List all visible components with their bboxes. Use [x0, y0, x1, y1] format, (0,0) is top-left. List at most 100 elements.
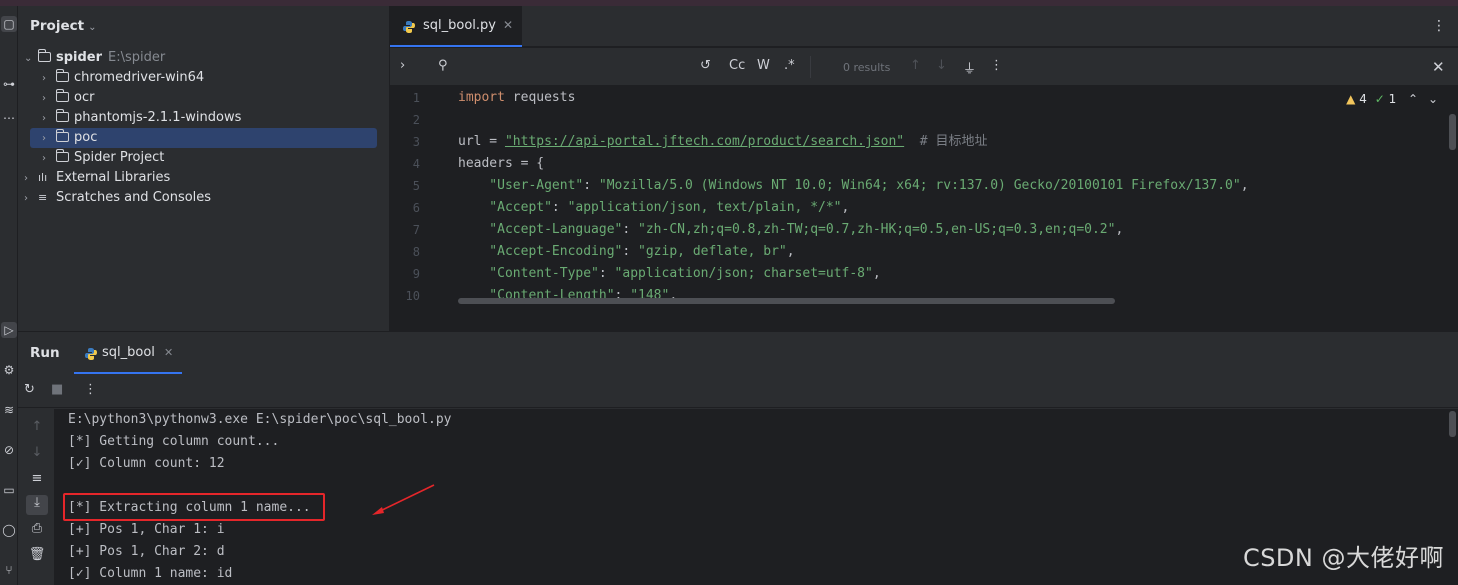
run-tool-icon[interactable]: ▷ [1, 322, 17, 338]
trash-icon[interactable]: 🗑 [26, 547, 48, 567]
git-tool-icon[interactable]: ⑂ [1, 562, 17, 578]
vertical-scrollbar[interactable] [1449, 114, 1456, 150]
problems-tool-icon[interactable]: ⊘ [1, 442, 17, 458]
arrow-up-icon[interactable]: ↑ [910, 58, 921, 73]
find-bar: › ⚲ ↺ Cc W .* 0 results ↑ ↓ ⏚ ⋮ ✕ [390, 48, 1458, 86]
run-tab-sql-bool[interactable]: sql_bool ✕ [74, 332, 182, 374]
undo-icon[interactable]: ↺ [700, 58, 711, 73]
tree-item-chromedriver[interactable]: › chromedriver-win64 [42, 68, 204, 88]
tree-item-label: Spider Project [74, 150, 165, 165]
whole-word-button[interactable]: W [757, 58, 770, 73]
watermark: CSDN @大佬好啊 [1242, 544, 1444, 572]
more-vertical-icon[interactable]: ⋮ [84, 382, 97, 397]
chevron-right-icon[interactable]: › [400, 58, 405, 73]
chevron-right-icon[interactable]: › [42, 129, 56, 149]
code-token: "Accept" [458, 200, 552, 215]
more-vertical-icon[interactable]: ⋮ [990, 58, 1003, 73]
horizontal-scrollbar[interactable] [458, 298, 1115, 304]
warning-icon: ▲ [1346, 92, 1356, 106]
chevron-right-icon[interactable]: › [42, 89, 56, 109]
code-token: "gzip, deflate, br" [638, 244, 787, 259]
console-line: [*] Getting column count... [68, 434, 280, 449]
run-panel-title: Run [30, 345, 60, 361]
folder-icon [55, 109, 69, 122]
run-tab-label: sql_bool [102, 345, 155, 360]
arrow-down-icon[interactable]: ↓ [26, 445, 48, 465]
print-icon[interactable]: ⎙ [26, 521, 48, 541]
editor-tab-sql-bool[interactable]: sql_bool.py ✕ [390, 6, 522, 47]
code-line: "Accept-Language": "zh-CN,zh;q=0.8,zh-TW… [458, 219, 1123, 241]
code-token: "Accept-Encoding" [458, 244, 623, 259]
project-tool-icon[interactable]: ▢ [1, 16, 17, 32]
inspection-widget[interactable]: ▲ 4 ✓ 1 ⌃ ⌄ [1346, 92, 1438, 106]
commit-tool-icon[interactable]: ⊶ [1, 76, 17, 92]
weak-warning-count: 1 [1388, 92, 1397, 106]
chevron-down-icon[interactable]: ⌄ [1428, 92, 1438, 106]
code-token: : [551, 200, 568, 215]
code-comment: # 目标地址 [904, 134, 988, 149]
tree-item-spider-project[interactable]: › Spider Project [42, 148, 164, 168]
line-number-gutter: 1 2 3 4 5 6 7 8 9 10 [390, 87, 454, 331]
tree-item-external-libraries[interactable]: › ılı External Libraries [24, 168, 170, 188]
code-token: "zh-CN,zh;q=0.8,zh-TW;q=0.7,zh-HK;q=0.5,… [638, 222, 1116, 237]
console-line: [✓] Column count: 12 [68, 456, 225, 471]
services-tool-icon[interactable]: ⚙ [1, 362, 17, 378]
line-number: 5 [412, 179, 420, 193]
line-number: 9 [412, 267, 420, 281]
search-icon[interactable]: ⚲ [438, 58, 448, 73]
code-url[interactable]: "https://api-portal.jftech.com/product/s… [505, 134, 904, 149]
more-vertical-icon[interactable]: ⋮ [1432, 18, 1446, 34]
chevron-right-icon[interactable]: › [42, 149, 56, 169]
code-line: url = "https://api-portal.jftech.com/pro… [458, 131, 987, 153]
chevron-down-icon[interactable]: ⌄ [24, 49, 38, 69]
close-icon[interactable]: ✕ [164, 346, 173, 359]
code-token: , [872, 266, 881, 281]
tree-item-spider[interactable]: ⌄ spider E:\spider [24, 48, 165, 68]
chevron-up-icon[interactable]: ⌃ [1408, 92, 1418, 106]
code-token: headers = { [458, 156, 545, 171]
folder-icon [55, 149, 69, 162]
project-title: Project [30, 18, 85, 34]
code-line: "Accept": "application/json, text/plain,… [458, 197, 849, 219]
chevron-right-icon[interactable]: › [24, 189, 38, 209]
stop-icon[interactable]: ■ [51, 382, 63, 397]
tree-item-scratches[interactable]: › ≡ Scratches and Consoles [24, 188, 211, 208]
structure-tool-icon[interactable]: ⋯ [1, 110, 17, 126]
arrow-down-icon[interactable]: ↓ [936, 58, 947, 73]
terminal-tool-icon[interactable]: ▭ [1, 482, 17, 498]
folder-icon [55, 69, 69, 82]
close-icon[interactable]: ✕ [503, 18, 513, 32]
chevron-right-icon[interactable]: › [24, 169, 38, 189]
soft-wrap-icon[interactable]: ≡ [26, 471, 48, 491]
rerun-icon[interactable]: ↻ [24, 382, 35, 397]
close-icon[interactable]: ✕ [1432, 58, 1445, 76]
filter-icon[interactable]: ⏚ [963, 58, 976, 77]
folder-icon [55, 89, 69, 102]
chevron-right-icon[interactable]: › [42, 109, 56, 129]
tree-item-ocr[interactable]: › ocr [42, 88, 94, 108]
chevron-right-icon[interactable]: › [42, 69, 56, 89]
arrow-up-icon[interactable]: ↑ [26, 419, 48, 439]
tree-item-label: poc [74, 130, 98, 145]
project-header[interactable]: Project ⌄ [30, 18, 96, 34]
regex-button[interactable]: .* [784, 58, 795, 73]
code-area[interactable]: import requests url = "https://api-porta… [458, 87, 1438, 307]
line-number: 10 [405, 289, 420, 303]
code-token: : [583, 178, 599, 193]
code-token: "application/json; charset=utf-8" [614, 266, 873, 281]
tree-item-phantomjs[interactable]: › phantomjs-2.1.1-windows [42, 108, 241, 128]
python-console-tool-icon[interactable]: ◯ [1, 522, 17, 538]
scroll-to-end-icon[interactable]: ⤓ [26, 495, 48, 515]
project-panel: Project ⌄ ⌄ spider E:\spider › chromedriver-… [18, 6, 390, 331]
code-token: : [622, 244, 639, 259]
code-token: "application/json, text/plain, */*" [567, 200, 842, 215]
match-case-button[interactable]: Cc [729, 58, 745, 73]
console-scrollbar[interactable] [1449, 411, 1456, 437]
run-side-toolbar: ↑ ↓ ≡ ⤓ ⎙ 🗑 [18, 409, 54, 585]
code-token: "Accept-Language" [458, 222, 623, 237]
code-line: "Content-Type": "application/json; chars… [458, 263, 881, 285]
code-token: import [458, 90, 505, 105]
layers-tool-icon[interactable]: ≋ [1, 402, 17, 418]
line-number: 4 [412, 157, 420, 171]
tree-item-poc[interactable]: › poc [30, 128, 377, 148]
